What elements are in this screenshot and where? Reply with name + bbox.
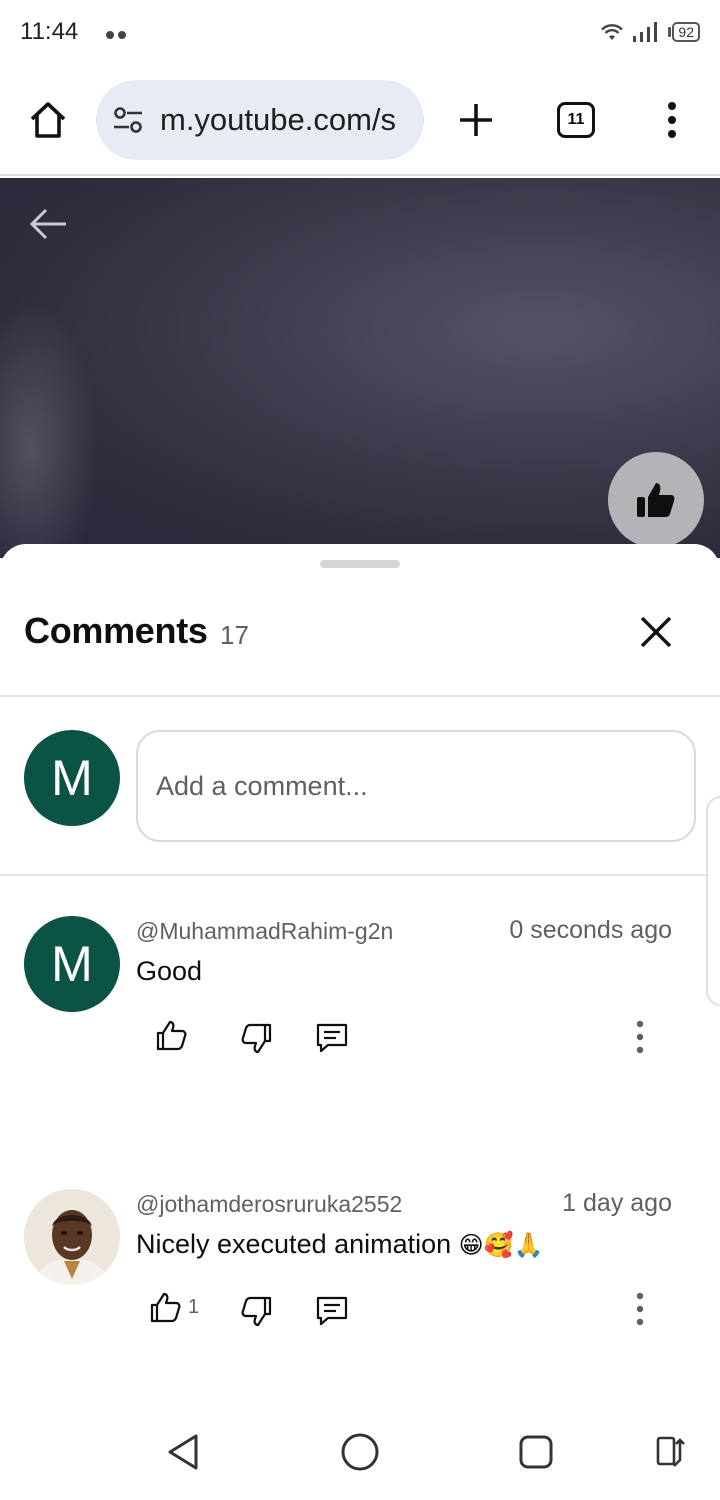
tab-switcher-button[interactable]: 11 — [557, 102, 595, 138]
like-video-button[interactable] — [608, 452, 704, 548]
comment-text: Nicely executed animation 😁🥰🙏 — [136, 1229, 543, 1260]
battery-level: 92 — [672, 22, 700, 42]
user-photo-icon — [24, 1189, 120, 1285]
url-text: m.youtube.com/s — [160, 102, 397, 137]
comment-like-button[interactable] — [148, 1290, 184, 1326]
notification-dots-icon — [106, 26, 134, 39]
battery-indicator: 92 — [668, 22, 700, 42]
nav-recents-button[interactable] — [514, 1430, 558, 1474]
address-bar[interactable]: m.youtube.com/s — [96, 80, 424, 160]
comment-time: 1 day ago — [562, 1189, 672, 1217]
divider — [0, 695, 720, 697]
comment-more-button[interactable] — [628, 1018, 652, 1058]
comment-like-count: 1 — [188, 1296, 200, 1318]
comment-icon — [316, 1023, 348, 1053]
thumb-down-icon — [241, 1296, 272, 1327]
thumb-down-icon — [241, 1023, 272, 1054]
comment-more-button[interactable] — [628, 1290, 652, 1330]
comment-avatar[interactable] — [24, 1189, 120, 1285]
close-icon — [640, 616, 672, 648]
more-vert-icon — [668, 102, 676, 138]
home-button[interactable] — [26, 98, 70, 142]
wifi-icon — [601, 24, 624, 40]
signal-icon — [633, 22, 658, 42]
comments-count: 17 — [220, 620, 249, 650]
comment-dislike-button[interactable] — [238, 1293, 274, 1329]
more-vert-icon — [636, 1292, 644, 1326]
nav-back-button[interactable] — [162, 1430, 206, 1474]
thumb-up-icon — [150, 1292, 181, 1323]
comment-author[interactable]: @MuhammadRahim-g2n — [136, 918, 393, 945]
status-bar: 11:44 92 — [0, 0, 720, 64]
divider — [0, 874, 720, 876]
comment-reply-button[interactable] — [314, 1020, 350, 1056]
comment-icon — [316, 1296, 348, 1326]
home-icon — [30, 102, 66, 138]
arrow-back-icon — [29, 208, 66, 240]
add-comment-input[interactable] — [136, 730, 696, 842]
new-tab-button[interactable] — [456, 100, 496, 140]
drag-handle[interactable] — [320, 560, 400, 568]
status-indicators: 92 — [600, 18, 700, 46]
video-player[interactable] — [0, 178, 720, 558]
comment-text-body: Nicely executed animation — [136, 1229, 459, 1259]
browser-toolbar: m.youtube.com/s 11 — [0, 64, 720, 176]
comments-panel: Comments 17 M M @MuhammadRahim-g2n 0 sec… — [0, 544, 720, 1500]
nav-rotate-button[interactable] — [646, 1430, 690, 1474]
square-recents-icon — [519, 1435, 553, 1469]
browser-menu-button[interactable] — [654, 100, 690, 140]
comment-author[interactable]: @jothamderosruruka2552 — [136, 1191, 402, 1218]
more-vert-icon — [636, 1020, 644, 1054]
comment-avatar[interactable]: M — [24, 916, 120, 1012]
comment-dislike-button[interactable] — [238, 1020, 274, 1056]
triangle-back-icon — [168, 1434, 198, 1470]
thumb-up-icon — [156, 1020, 187, 1051]
side-panel-handle[interactable] — [706, 796, 720, 1006]
rotate-icon — [656, 1436, 685, 1467]
comment-emojis: 😁🥰🙏 — [458, 1231, 544, 1259]
tune-icon[interactable] — [112, 106, 144, 134]
thumb-up-icon — [637, 483, 675, 517]
circle-home-icon — [341, 1433, 379, 1471]
comment-time: 0 seconds ago — [509, 916, 672, 944]
system-nav-bar — [0, 1404, 720, 1500]
status-time: 11:44 — [20, 18, 79, 45]
plus-icon — [460, 104, 492, 136]
current-user-avatar: M — [24, 730, 120, 826]
comments-title: Comments — [24, 610, 208, 651]
comment-reply-button[interactable] — [314, 1293, 350, 1329]
close-comments-button[interactable] — [634, 610, 678, 654]
back-button[interactable] — [26, 202, 70, 246]
comment-like-button[interactable] — [154, 1018, 190, 1054]
comment-text: Good — [136, 956, 203, 986]
nav-home-button[interactable] — [338, 1430, 382, 1474]
